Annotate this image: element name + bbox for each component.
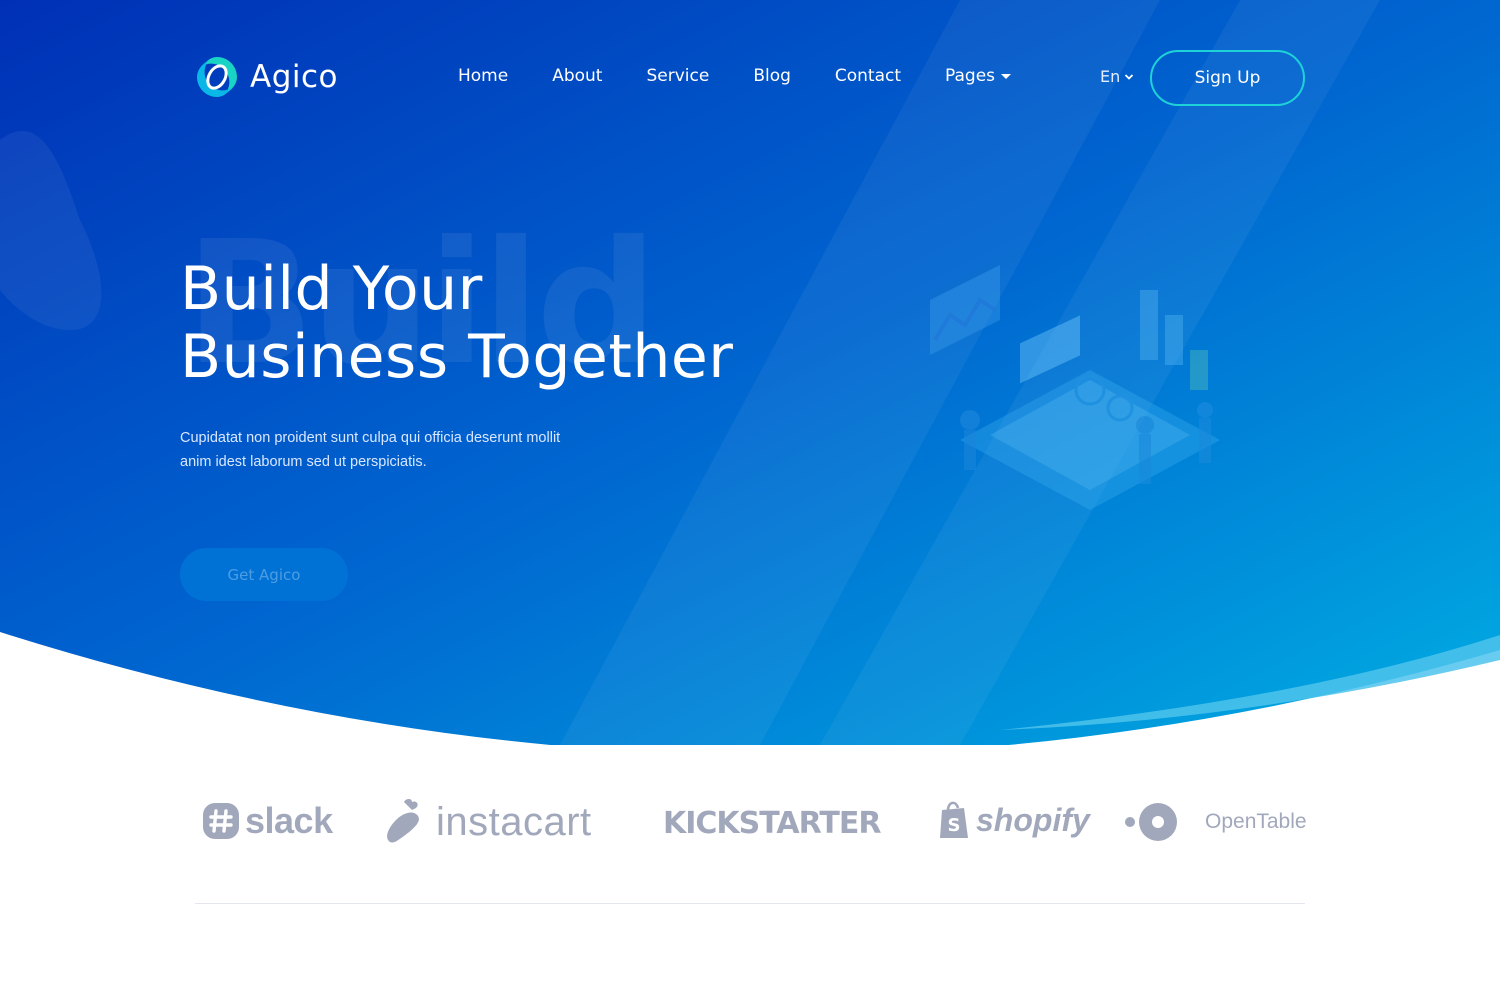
nav-pages-label: Pages [945,66,996,86]
nav-about[interactable]: About [552,66,602,86]
chevron-down-icon [1125,73,1134,80]
language-selector[interactable]: En [1100,67,1134,86]
kickstarter-wordmark: KICKSTARTER [663,806,881,841]
hero-description-line2: anim idest laborum sed ut perspiciatis. [180,454,427,470]
agico-logo-icon [197,57,237,97]
shopping-bag-icon: S [940,801,968,838]
slack-wordmark: slack [245,800,333,841]
hero-title-line1: Build Your [180,254,483,324]
hero-description-line1: Cupidatat non proident sunt culpa qui of… [180,430,561,446]
instacart-logo[interactable]: instacart [382,798,592,846]
top-navbar: Agico Home About Service Blog Contact Pa… [0,0,1500,155]
caret-down-icon [1001,73,1012,79]
hero-section: Agico Home About Service Blog Contact Pa… [0,0,1500,745]
get-agico-button[interactable]: Get Agico [180,548,348,601]
slack-logo[interactable]: slack [203,800,333,842]
nav-contact[interactable]: Contact [835,66,901,86]
hero-description: Cupidatat non proident sunt culpa qui of… [180,426,620,474]
isometric-dashboard-illustration [930,265,1220,510]
shopify-wordmark: shopify [976,801,1090,838]
main-menu: Home About Service Blog Contact Pages [458,66,1012,86]
brand-name: Agico [250,59,339,95]
opentable-wordmark: OpenTable [1205,810,1307,833]
nav-blog[interactable]: Blog [753,66,791,86]
svg-text:S: S [948,815,961,836]
slack-hash-icon [203,803,239,839]
brand-logo[interactable]: Agico [194,54,338,100]
sign-up-button[interactable]: Sign Up [1150,50,1305,106]
kickstarter-logo[interactable]: KICKSTARTER [663,806,881,841]
hero-title-line2: Business Together [180,322,734,392]
section-divider [195,903,1305,904]
nav-home[interactable]: Home [458,66,508,86]
nav-pages-dropdown[interactable]: Pages [945,66,1012,86]
shopify-logo[interactable]: S shopify [938,800,1090,840]
opentable-dot-icon [1125,803,1177,841]
instacart-wordmark: instacart [436,799,592,844]
language-label: En [1100,67,1121,86]
carrot-icon [387,799,419,843]
nav-service[interactable]: Service [646,66,709,86]
partner-logos: slack instacart KICKSTARTER S shopify Op… [195,790,1307,860]
hero-title: Build Your Business Together [180,255,880,391]
opentable-logo[interactable]: OpenTable [1125,802,1307,842]
